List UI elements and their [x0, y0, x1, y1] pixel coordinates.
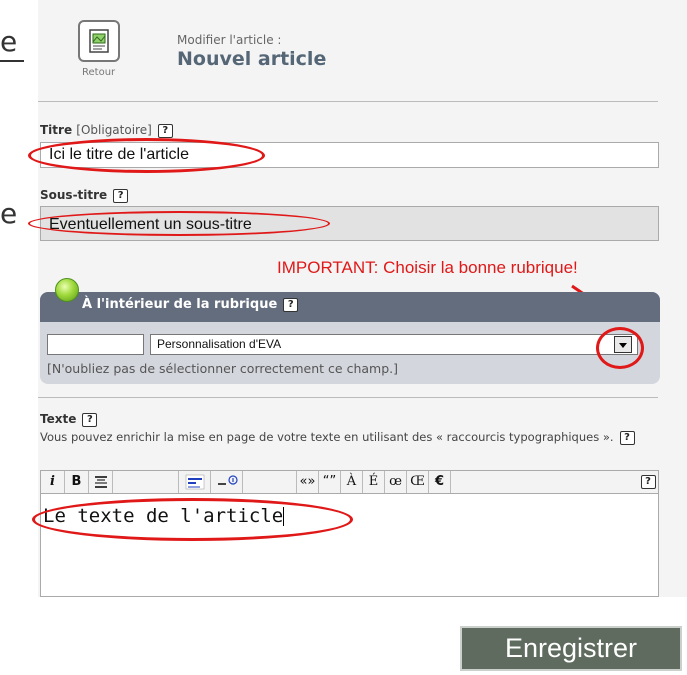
article-name: Nouvel article [177, 48, 327, 70]
oe-capital-button[interactable]: Œ [407, 471, 429, 493]
sous-titre-label-text: Sous-titre [40, 188, 108, 202]
edge-text-fragment: e [0, 25, 18, 58]
rubrique-heading-text: À l'intérieur de la rubrique [82, 297, 278, 312]
texte-value: Le texte de l'article [43, 505, 284, 527]
rubrique-hint: [N'oubliez pas de sélectionner correctem… [47, 361, 399, 376]
note-icon [217, 475, 238, 485]
save-button[interactable]: Enregistrer [460, 626, 682, 671]
green-bullet-icon [55, 278, 79, 302]
titre-label: Titre [Obligatoire]? [40, 123, 173, 138]
link-button[interactable] [179, 471, 211, 493]
intertitle-button[interactable] [89, 471, 113, 493]
divider [38, 101, 658, 102]
important-annotation: IMPORTANT: Choisir la bonne rubrique! [277, 258, 578, 277]
texte-label-text: Texte [40, 412, 77, 426]
texte-content: Le texte de l'article [43, 505, 285, 527]
french-quotes-button[interactable]: «» [297, 471, 319, 493]
oe-button[interactable]: œ [385, 471, 407, 493]
sous-titre-label: Sous-titre? [40, 188, 129, 203]
spip-link-icon [185, 474, 204, 490]
titre-input[interactable]: Ici le titre de l'article [40, 142, 659, 168]
edge-text-fragment-2: e [0, 197, 18, 230]
help-icon[interactable]: ? [283, 297, 299, 312]
footnote-button[interactable] [211, 471, 243, 493]
editor-toolbar: i B «» “” À É œ Œ € ? [40, 470, 659, 494]
bold-button[interactable]: B [65, 471, 89, 493]
texte-label: Texte? [40, 412, 98, 427]
required-note: [Obligatoire] [76, 123, 152, 137]
sous-titre-input[interactable]: Eventuellement un sous-titre [40, 206, 659, 241]
titre-label-text: Titre [40, 123, 73, 137]
italic-button[interactable]: i [41, 471, 65, 493]
rubrique-search-input[interactable] [47, 334, 144, 355]
toolbar-help-button[interactable]: ? [637, 471, 659, 493]
rubrique-heading: À l'intérieur de la rubrique? [82, 297, 299, 312]
dropdown-arrow-icon[interactable] [614, 336, 632, 353]
texte-description-text: Vous pouvez enrichir la mise en page de … [40, 430, 614, 444]
euro-button[interactable]: € [429, 471, 451, 493]
toolbar-spacer-2 [243, 471, 297, 493]
help-icon: ? [640, 474, 656, 489]
back-button[interactable] [78, 20, 120, 62]
left-margin [0, 0, 38, 597]
edge-underline [0, 60, 24, 62]
help-icon[interactable]: ? [619, 430, 635, 445]
rubrique-select[interactable]: Personnalisation d'EVA [150, 334, 638, 355]
help-icon[interactable]: ? [157, 123, 173, 138]
toolbar-spacer [113, 471, 179, 493]
help-icon[interactable]: ? [113, 188, 129, 203]
align-icon [94, 476, 107, 488]
texte-description: Vous pouvez enrichir la mise en page de … [40, 430, 650, 445]
modify-label: Modifier l'article : [177, 33, 282, 47]
rubrique-header: À l'intérieur de la rubrique? [40, 292, 660, 322]
help-icon[interactable]: ? [82, 412, 98, 427]
english-quotes-button[interactable]: “” [319, 471, 341, 493]
text-caret [283, 507, 285, 526]
a-grave-button[interactable]: À [341, 471, 363, 493]
divider [38, 397, 658, 398]
document-icon [89, 29, 109, 53]
e-acute-button[interactable]: É [363, 471, 385, 493]
back-label[interactable]: Retour [82, 67, 115, 78]
